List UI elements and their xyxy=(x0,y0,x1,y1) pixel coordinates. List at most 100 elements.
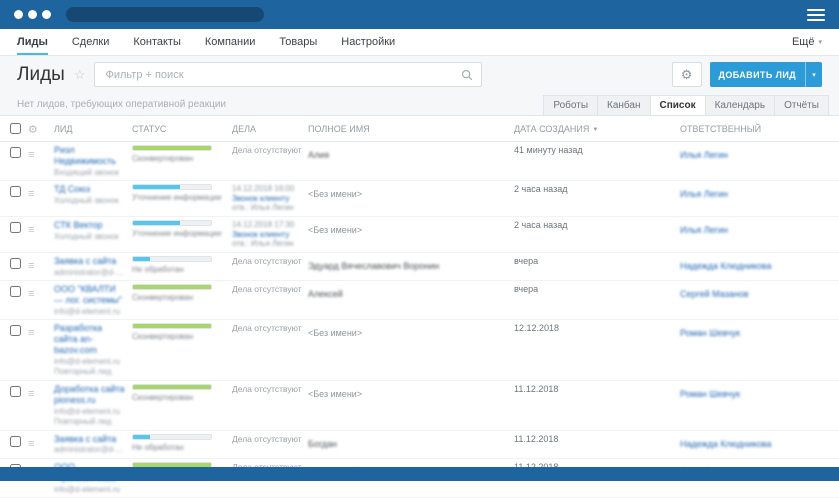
no-activity-text: Дела отсутствуют xyxy=(232,255,302,266)
row-checkbox[interactable] xyxy=(10,286,21,298)
no-activity-text: Дела отсутствуют xyxy=(232,145,302,155)
nav-tab-contacts[interactable]: Контакты xyxy=(133,29,181,55)
row-actions-icon[interactable]: ≡ xyxy=(28,288,34,300)
lead-title-link[interactable]: Риэл Недвижимость xyxy=(54,145,126,167)
activity-link[interactable]: Звонок клиенту xyxy=(232,194,302,204)
row-checkbox[interactable] xyxy=(10,325,21,337)
column-header-responsible[interactable]: ОТВЕТСТВЕННЫЙ xyxy=(680,116,839,142)
nav-tab-leads[interactable]: Лиды xyxy=(17,29,48,55)
subheader: Нет лидов, требующих оперативной реакции… xyxy=(0,93,839,116)
favorite-star-icon[interactable]: ☆ xyxy=(74,67,86,83)
column-header-lead[interactable]: ЛИД xyxy=(54,116,132,142)
full-name: <Без имени> xyxy=(308,388,363,399)
row-actions-icon[interactable]: ≡ xyxy=(28,149,34,161)
lead-title-link[interactable]: ООО "КВАЛТИ — лог. системы" xyxy=(54,284,126,306)
table-row[interactable]: ≡ Риэл Недвижимость Входящий звонок Скон… xyxy=(0,141,839,182)
lead-title-link[interactable]: Доработка сайта pioness.ru xyxy=(54,384,126,406)
apps-dots-icon[interactable] xyxy=(14,10,56,19)
select-all-checkbox[interactable] xyxy=(10,123,21,134)
table-row[interactable]: ≡ СТК Вектор Холодный звонок Уточнение и… xyxy=(0,216,839,253)
status-label: Сконвертирован xyxy=(132,293,194,303)
status-progress-bar xyxy=(132,219,212,226)
column-header-status[interactable]: СТАТУС xyxy=(132,116,232,142)
column-header-full-name[interactable]: ПОЛНОЕ ИМЯ xyxy=(308,116,514,142)
view-tab-kanban[interactable]: Канбан xyxy=(597,95,651,115)
row-actions-icon[interactable]: ≡ xyxy=(28,388,34,400)
status-progress-bar xyxy=(132,383,212,390)
activity-cell: Дела отсутствуют xyxy=(232,319,308,381)
add-lead-dropdown-button[interactable]: ▾ xyxy=(805,62,822,87)
status-progress-bar xyxy=(132,255,212,262)
settings-gear-button[interactable]: ⚙ xyxy=(671,62,702,87)
nav-tab-companies[interactable]: Компании xyxy=(205,29,256,55)
nav-more-label: Ещё xyxy=(791,36,815,48)
responsible-link[interactable]: Надежда Клюдникова xyxy=(680,439,771,449)
table-row[interactable]: ≡ Разработка сайта an-bazov.com info@d-e… xyxy=(0,319,839,381)
full-name: Алексей xyxy=(308,289,343,300)
status-label: Уточнение информации xyxy=(132,228,222,238)
nav-tab-deals[interactable]: Сделки xyxy=(72,29,110,55)
status-progress-bar xyxy=(132,145,212,151)
lead-subtitle-secondary: Повторный лид xyxy=(54,417,112,427)
lead-title-link[interactable]: Заявка с сайта xyxy=(54,434,126,445)
table-row[interactable]: ≡ Заявка с сайта administrator@d-element… xyxy=(0,252,839,282)
responsible-link[interactable]: Илья Легин xyxy=(680,189,728,199)
status-progress-bar xyxy=(132,433,212,440)
row-checkbox[interactable] xyxy=(10,435,21,447)
view-tab-list[interactable]: Список xyxy=(649,95,706,115)
grid-settings-gear-icon[interactable]: ⚙ xyxy=(28,124,38,136)
status-label: Не обработан xyxy=(132,264,184,274)
status-progress-fill xyxy=(133,256,151,261)
filter-search-input[interactable] xyxy=(103,67,456,82)
view-tab-calendar[interactable]: Календарь xyxy=(704,95,776,115)
add-lead-button[interactable]: ДОБАВИТЬ ЛИД xyxy=(709,62,805,87)
activity-cell: Дела отсутствуют xyxy=(232,141,308,182)
nav-tab-settings[interactable]: Настройки xyxy=(341,29,395,55)
row-checkbox[interactable] xyxy=(10,385,21,397)
responsible-link[interactable]: Сергей Мазанов xyxy=(680,289,749,299)
row-actions-icon[interactable]: ≡ xyxy=(28,188,34,200)
table-row[interactable]: ≡ Доработка сайта pioness.ru info@d-elem… xyxy=(0,380,839,431)
full-name: <Без имени> xyxy=(308,224,363,235)
menu-hamburger-icon[interactable] xyxy=(807,8,825,21)
nav-tab-products[interactable]: Товары xyxy=(279,29,317,55)
full-name: Алия xyxy=(308,150,330,160)
responsible-link[interactable]: Илья Легин xyxy=(680,150,728,160)
column-header-created[interactable]: ДАТА СОЗДАНИЯ ▼ xyxy=(514,116,680,142)
column-header-activity[interactable]: ДЕЛА xyxy=(232,116,308,142)
view-tab-reports[interactable]: Отчёты xyxy=(774,95,829,115)
row-actions-icon[interactable]: ≡ xyxy=(28,327,34,339)
no-activity-text: Дела отсутствуют xyxy=(232,433,302,444)
responsible-link[interactable]: Роман Шевчук xyxy=(680,389,740,399)
row-actions-icon[interactable]: ≡ xyxy=(28,438,34,450)
table-row[interactable]: ≡ Заявка с сайта administrator@d-element… xyxy=(0,430,839,460)
activity-cell: 14.12.2018 16:00 Звонок клиенту отв.: Илья… xyxy=(232,180,308,217)
lead-title-link[interactable]: ТД Союз xyxy=(54,184,126,195)
responsible-link[interactable]: Надежда Клюдникова xyxy=(680,261,771,271)
status-progress-bar xyxy=(132,184,212,191)
lead-title-link[interactable]: Заявка с сайта xyxy=(54,256,126,267)
status-progress-fill xyxy=(133,146,211,150)
search-icon[interactable] xyxy=(461,69,473,81)
lead-subtitle: Холодный звонок xyxy=(54,231,119,241)
lead-subtitle: Входящий звонок xyxy=(54,167,119,177)
page-header: Лиды ☆ ⚙ ДОБАВИТЬ ЛИД ▾ xyxy=(0,56,839,93)
table-row[interactable]: ≡ ООО "КВАЛТИ — лог. системы" info@d-ele… xyxy=(0,280,839,321)
lead-title-link[interactable]: СТК Вектор xyxy=(54,220,126,231)
lead-title-link[interactable]: Разработка сайта an-bazov.com xyxy=(54,323,126,355)
row-checkbox[interactable] xyxy=(10,147,21,158)
row-actions-icon[interactable]: ≡ xyxy=(28,224,34,236)
row-actions-icon[interactable]: ≡ xyxy=(28,260,34,272)
created-date: 12.12.2018 xyxy=(514,319,680,381)
row-checkbox[interactable] xyxy=(10,221,21,233)
activity-link[interactable]: Звонок клиенту xyxy=(232,230,302,240)
status-progress-fill xyxy=(133,285,211,290)
full-name: Эдуард Вячеславович Воронин xyxy=(308,260,440,271)
row-checkbox[interactable] xyxy=(10,186,21,198)
view-tab-robots[interactable]: Роботы xyxy=(543,95,599,115)
nav-more-menu[interactable]: Ещё ▾ xyxy=(792,29,822,55)
responsible-link[interactable]: Роман Шевчук xyxy=(680,328,740,338)
responsible-link[interactable]: Илья Легин xyxy=(680,225,728,235)
table-row[interactable]: ≡ ТД Союз Холодный звонок Уточнение инфо… xyxy=(0,180,839,217)
row-checkbox[interactable] xyxy=(10,257,21,269)
